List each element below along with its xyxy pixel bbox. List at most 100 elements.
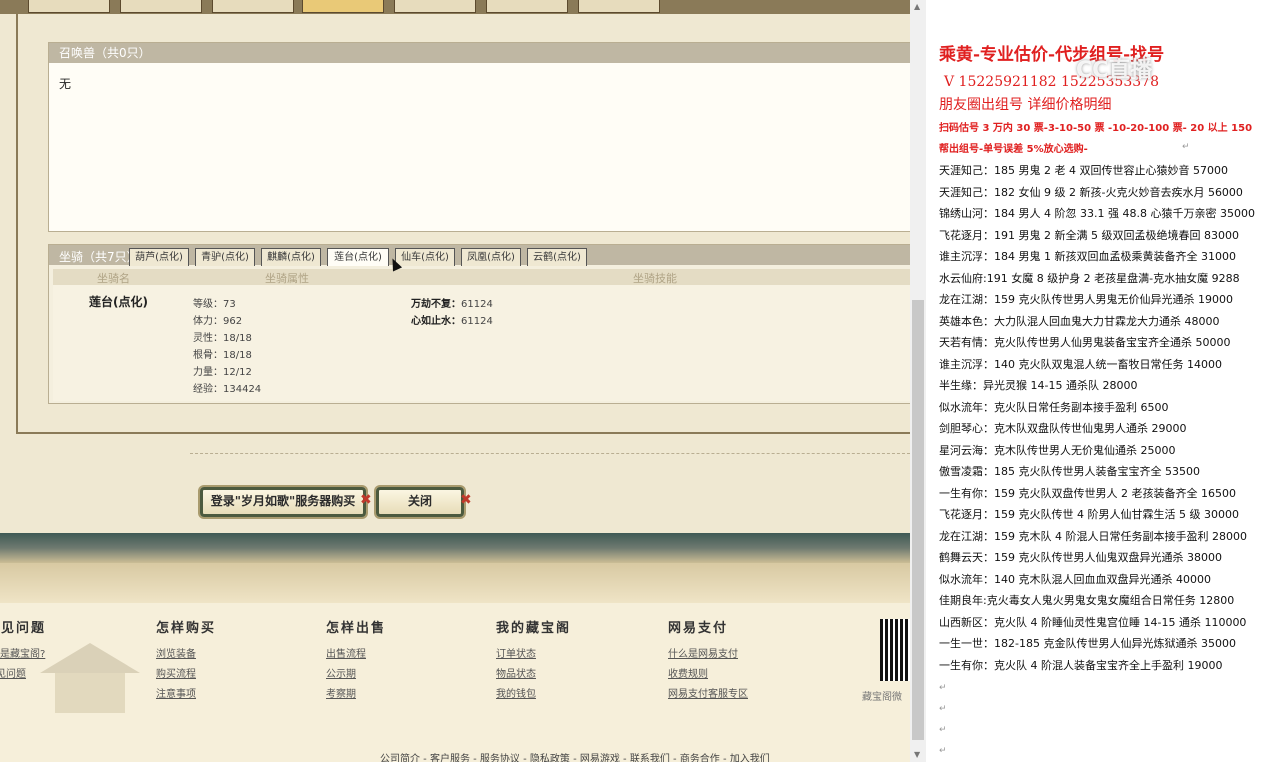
mount-skill-2: 心如止水：61124 [411, 312, 493, 327]
doc-listing-line: 锦绣山河：184 男人 4 阶忽 33.1 强 48.8 心猿千万亲密 3500… [939, 207, 1255, 220]
scrollbar[interactable]: ▲ ▼ [910, 0, 926, 762]
footer-link[interactable]: 收费规则 [668, 665, 708, 680]
doc-listing-line: 半生缘：异光灵猴 14-15 通杀队 28000 [939, 379, 1138, 392]
paragraph-mark-icon: ↵ [939, 704, 947, 714]
paragraph-mark-icon: ↵ [939, 746, 947, 756]
scroll-up-icon[interactable]: ▲ [914, 2, 920, 11]
document-pane: 乘黄-专业估价-代步组号-找号 V 15225921182 1522535337… [926, 0, 1280, 762]
doc-listing-line: 飞花逐月：159 克火队传世 4 阶男人仙甘霖生活 5 级 30000 [939, 508, 1239, 521]
footer-link[interactable]: 物品状态 [496, 665, 536, 680]
mount-tab[interactable]: 葫芦(点化) [129, 248, 189, 266]
footer-col-title: 网易支付 [668, 621, 729, 636]
doc-listing-line: 龙在江湖：159 克木队 4 阶混人日常任务副本接手盈利 28000 [939, 529, 1247, 543]
doc-listing-line: 一生有你：克火队 4 阶混人装备宝宝齐全上手盈利 19000 [939, 658, 1223, 672]
summon-empty-text: 无 [59, 77, 72, 91]
footer-col-title: 怎样购买 [156, 621, 217, 636]
paragraph-mark-icon: ↵ [939, 725, 947, 735]
mount-tab[interactable]: 仙车(点化) [395, 248, 455, 266]
footer-link[interactable]: 网易支付客服专区 [668, 685, 748, 700]
top-tab[interactable] [212, 0, 294, 13]
top-tab[interactable] [486, 0, 568, 13]
divider [190, 453, 910, 454]
footer-link[interactable]: 公示期 [326, 665, 356, 680]
footer-link[interactable]: 什么是网易支付 [668, 645, 738, 660]
doc-listing-line: 佳期良年:克火毒女人鬼火男鬼女鬼女魔组合日常任务 12800 [939, 594, 1235, 607]
doc-listing-line: 天若有情：克火队传世男人仙男鬼装备宝宝齐全通杀 50000 [939, 336, 1231, 349]
site-footer: 常见问题 么是藏宝阁? 见问题 怎样购买 浏览装备 购买流程 注意事项 怎样出售… [0, 603, 910, 762]
close-x-icon: ✖ [460, 492, 472, 508]
footer-link[interactable]: 见问题 [0, 665, 26, 680]
scroll-down-icon[interactable]: ▼ [914, 750, 920, 759]
top-tab[interactable] [578, 0, 660, 13]
doc-price-note: 帮出组号-单号误差 5%放心选购- [939, 144, 1088, 155]
skill-value: 61124 [461, 299, 493, 310]
footer-link[interactable]: 考察期 [326, 685, 356, 700]
doc-listing-line: 一生有你：159 克火队双盘传世男人 2 老孩装备齐全 16500 [939, 486, 1236, 500]
close-x-icon: ✖ [360, 492, 372, 508]
footer-link[interactable]: 浏览装备 [156, 645, 196, 660]
footer-col-title: 常见问题 [0, 621, 47, 636]
doc-listing-line: 水云仙府:191 女魔 8 级护身 2 老孩星盘满-克水抽女魔 9288 [939, 271, 1240, 285]
paragraph-mark-icon: ↵ [939, 683, 947, 693]
top-tab[interactable] [394, 0, 476, 13]
decor-band [0, 533, 910, 563]
doc-listing-line: 傲雪凌霜：185 克火队传世男人装备宝宝齐全 53500 [939, 465, 1200, 478]
mount-panel: 坐骑（共7只） 葫芦(点化) 青驴(点化) 麒麟(点化) 莲台(点化) 仙车(点… [48, 244, 910, 404]
footer-link[interactable]: 我的钱包 [496, 685, 536, 700]
top-tab[interactable] [28, 0, 110, 13]
col-mount-skill: 坐骑技能 [633, 272, 677, 285]
footer-bottom-links[interactable]: 公司简介 - 客户服务 - 服务协议 - 隐私政策 - 网易游戏 - 联系我们 … [380, 750, 770, 762]
doc-listing-line: 飞花逐月：191 男鬼 2 新全满 5 级双回孟极绝境春回 83000 [939, 228, 1239, 242]
footer-link[interactable]: 注意事项 [156, 685, 196, 700]
col-mount-attr: 坐骑属性 [265, 272, 309, 285]
doc-listing-line: 鹤舞云天：159 克火队传世男人仙鬼双盘异光通杀 38000 [939, 551, 1222, 564]
doc-listing-line: 天涯知己：185 男鬼 2 老 4 双回传世容止心猿妙音 57000 [939, 164, 1228, 177]
footer-link[interactable]: 出售流程 [326, 645, 366, 660]
footer-col-title: 我的藏宝阁 [496, 621, 572, 636]
footer-col-title: 怎样出售 [326, 621, 387, 636]
mount-tab[interactable]: 云鹤(点化) [527, 248, 587, 266]
detail-frame: 召唤兽（共0只） 无 坐骑（共7只） 葫芦(点化) 青驴(点化) 麒麟(点化) … [16, 14, 910, 434]
doc-listing-line: 天涯知己：182 女仙 9 级 2 新孩-火克火妙音去疾水月 56000 [939, 185, 1243, 199]
skill-label: 心如止水： [411, 316, 461, 327]
login-buy-button[interactable]: 登录"岁月如歌"服务器购买 [200, 487, 366, 517]
col-mount-name: 坐骑名 [97, 272, 130, 285]
mount-attr: 力量：12/12 [193, 367, 252, 378]
game-window: 召唤兽（共0只） 无 坐骑（共7只） 葫芦(点化) 青驴(点化) 麒麟(点化) … [0, 0, 910, 762]
top-tab-active[interactable] [302, 0, 384, 13]
doc-listing-line: 谁主沉浮：140 克火队双鬼混人统一畜牧日常任务 14000 [939, 357, 1222, 371]
doc-listing-line: 英雄本色：大力队混人回血鬼大力甘霖龙大力通杀 48000 [939, 314, 1220, 328]
footer-link[interactable]: 订单状态 [496, 645, 536, 660]
mount-tab[interactable]: 青驴(点化) [195, 248, 255, 266]
mount-detail: 莲台(点化) 等级：73 体力：962 灵性：18/18 根骨：18/18 力量… [53, 285, 910, 401]
mount-attr: 灵性：18/18 [193, 333, 252, 344]
summon-panel: 召唤兽（共0只） 无 [48, 42, 910, 232]
mount-attr: 体力：962 [193, 316, 243, 327]
skill-label: 万劫不复： [411, 299, 461, 310]
mount-name: 莲台(点化) [89, 295, 148, 309]
mount-title: 坐骑（共7只） [59, 250, 139, 264]
doc-subheader: 朋友圈出组号 详细价格明细 [939, 97, 1112, 113]
footer-link[interactable]: 么是藏宝阁? [0, 645, 45, 660]
doc-listing-line: 似水流年：克火队日常任务副本接手盈利 6500 [939, 400, 1169, 414]
doc-listing-line: 剑胆琴心：克木队双盘队传世仙鬼男人通杀 29000 [939, 422, 1187, 435]
mount-tab[interactable]: 麒麟(点化) [261, 248, 321, 266]
summon-title: 召唤兽（共0只） [49, 43, 910, 63]
mount-tab[interactable]: 凤凰(点化) [461, 248, 521, 266]
scroll-thumb[interactable] [912, 300, 924, 740]
top-tab-bar [0, 0, 910, 14]
stream-logo: CC直播 [1076, 58, 1153, 83]
mount-attr: 根骨：18/18 [193, 350, 252, 361]
footer-link[interactable]: 购买流程 [156, 665, 196, 680]
doc-listing-line: 星河云海：克木队传世男人无价鬼仙通杀 25000 [939, 443, 1176, 457]
close-button[interactable]: 关闭 [376, 487, 464, 517]
top-tab[interactable] [120, 0, 202, 13]
mount-tab-active[interactable]: 莲台(点化) [327, 248, 389, 266]
doc-price-note: 扫码估号 3 万内 30 票-3-10-50 票 -10-20-100 票- 2… [939, 123, 1253, 134]
doc-listing-line: 似水流年：140 克木队混人回血血双盘异光通杀 40000 [939, 572, 1211, 586]
doc-listing-line: 一生一世：182-185 克金队传世男人仙异光炼狱通杀 35000 [939, 637, 1236, 650]
qr-label: 藏宝阁微 [862, 692, 902, 703]
skill-value: 61124 [461, 316, 493, 327]
paragraph-mark-icon: ↵ [1182, 142, 1190, 152]
mount-attr: 等级：73 [193, 299, 236, 310]
